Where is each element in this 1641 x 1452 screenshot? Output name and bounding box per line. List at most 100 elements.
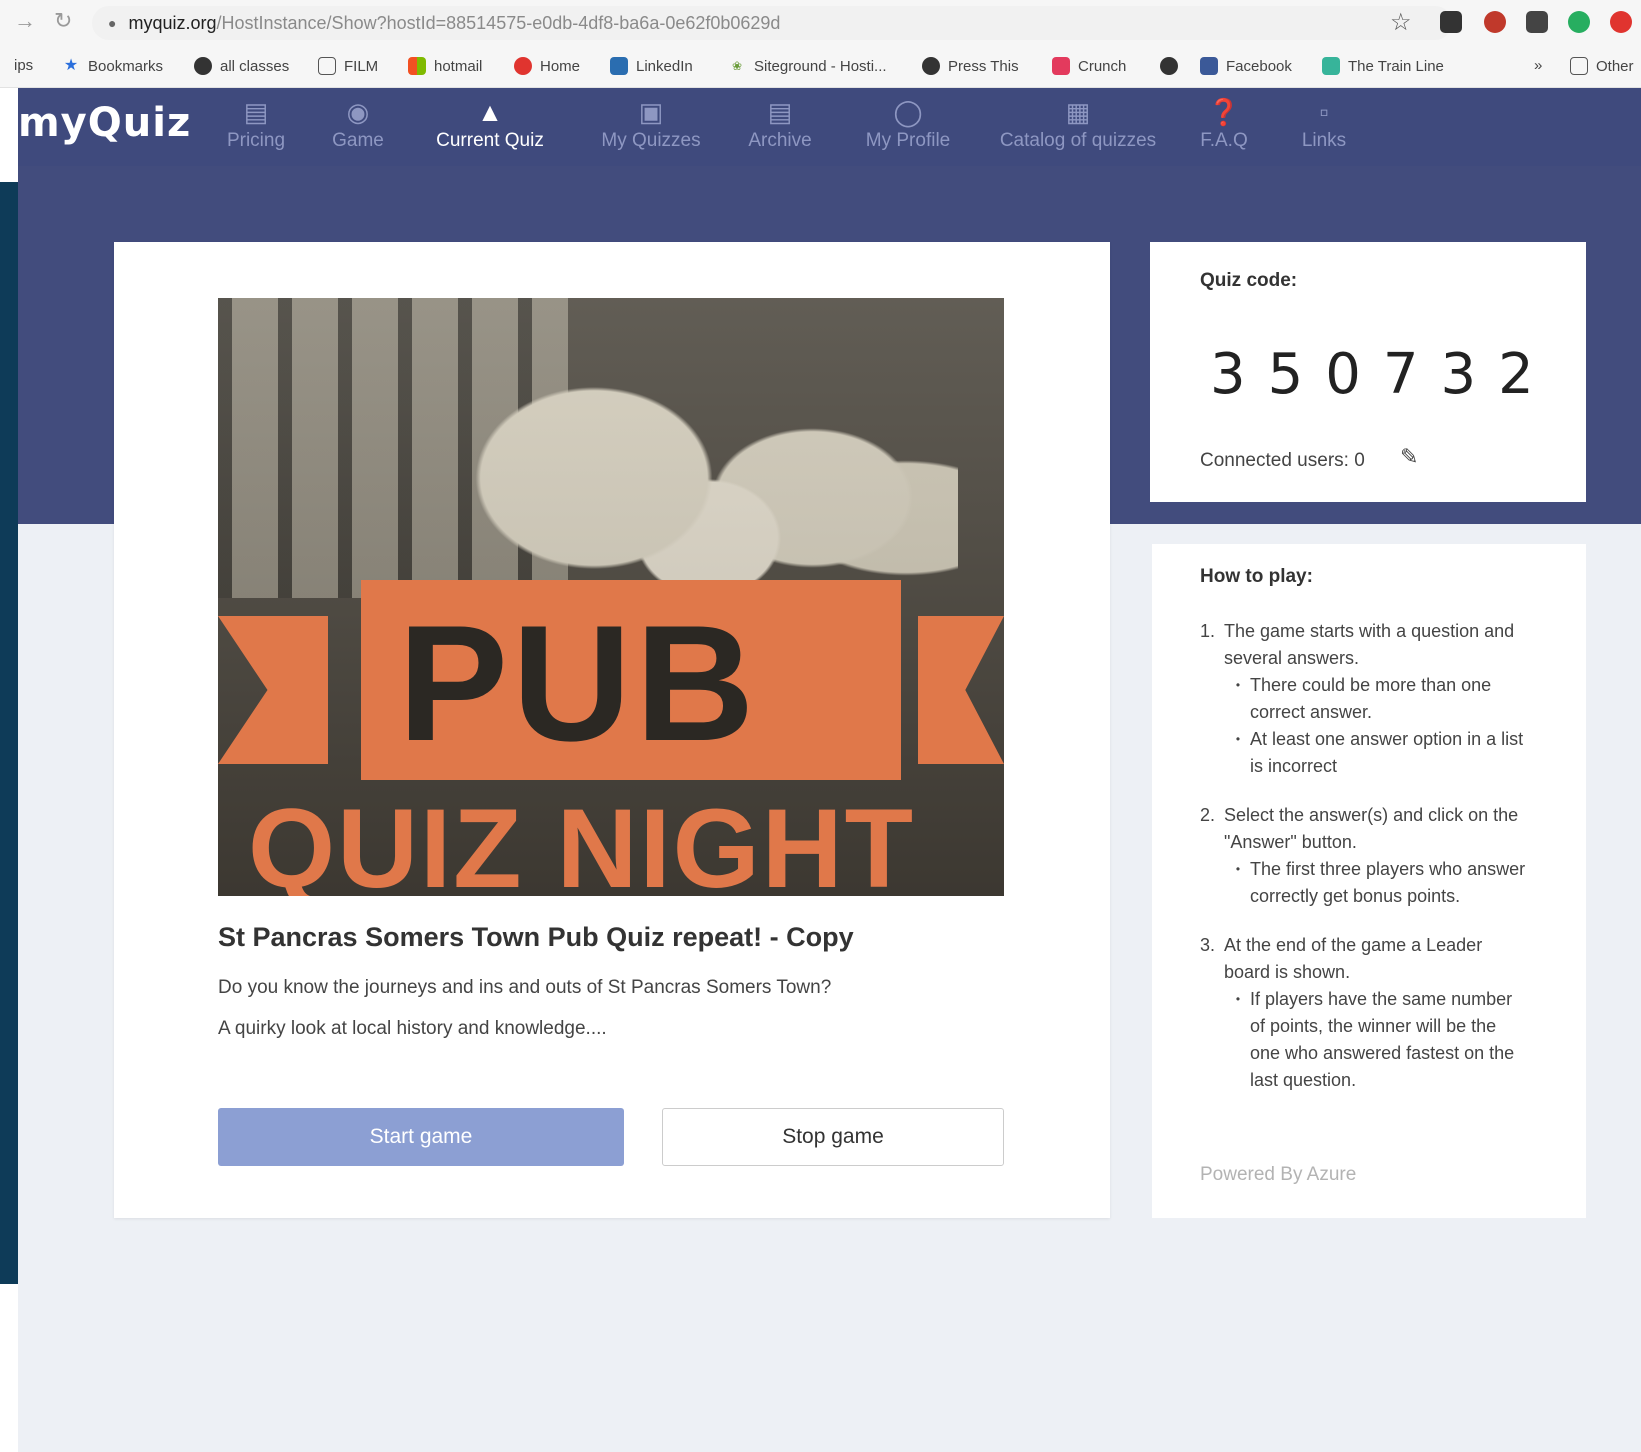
globe-icon [1160, 57, 1178, 75]
lock-icon: ● [108, 15, 117, 31]
bookmark-item[interactable]: Facebook [1200, 57, 1292, 75]
star-icon: ★ [63, 57, 79, 74]
step-text: The game starts with a question and seve… [1224, 621, 1515, 668]
quiz-code-label: Quiz code: [1200, 270, 1298, 291]
how-to-play-card: How to play: 1. The game starts with a qu… [1152, 544, 1586, 1218]
bookmark-item[interactable]: LinkedIn [610, 57, 693, 75]
folder-icon [1570, 57, 1588, 75]
pinterest-icon[interactable] [1610, 11, 1632, 33]
bookmark-star-icon[interactable]: ☆ [1390, 8, 1412, 37]
crunch-icon [1052, 57, 1070, 75]
how-to-play-step: 1. The game starts with a question and se… [1200, 618, 1530, 780]
nav-links[interactable]: ▫ Links [1284, 96, 1364, 152]
step-bullet: • There could be more than one correct an… [1226, 672, 1530, 726]
globe-icon [922, 57, 940, 75]
archive-icon: ▤ [767, 97, 793, 127]
reload-icon[interactable]: ↻ [54, 8, 72, 34]
extension-icon[interactable] [1484, 11, 1506, 33]
myquiz-logo[interactable]: myQuiz [18, 100, 191, 146]
browser-address-bar: → ↻ ● myquiz.org /HostInstance/Show?host… [0, 0, 1641, 46]
bullet-text: If players have the same number of point… [1250, 989, 1515, 1090]
bookmark-item[interactable]: The Train Line [1322, 57, 1444, 75]
how-to-play-title: How to play: [1200, 566, 1313, 587]
windows-icon [408, 57, 426, 75]
url-field[interactable]: ● myquiz.org /HostInstance/Show?hostId=8… [92, 6, 1452, 40]
bookmark-item[interactable]: Home [514, 57, 580, 75]
quiz-stack-icon: ▣ [638, 97, 664, 127]
bookmark-item[interactable]: Crunch [1052, 57, 1126, 75]
quiz-title: St Pancras Somers Town Pub Quiz repeat! … [218, 922, 854, 952]
nav-catalog[interactable]: ▦ Catalog of quizzes [978, 96, 1178, 152]
step-bullet: • The first three players who answer corr… [1226, 856, 1530, 910]
quiz-description-2: A quirky look at local history and knowl… [218, 1018, 607, 1039]
quiz-cover-image: PUB QUIZ NIGHT [218, 298, 1004, 896]
bookmark-item[interactable]: hotmail [408, 57, 482, 75]
bookmark-item[interactable]: ❀ Siteground - Hosti... [728, 57, 887, 75]
bookmark-item[interactable]: all classes [194, 57, 289, 75]
forward-icon[interactable]: → [14, 8, 36, 34]
step-bullet: • If players have the same number of poin… [1226, 986, 1530, 1094]
bullet-icon: • [1235, 862, 1241, 876]
bookmarks-bar: ips ★ Bookmarks all classes FILM hotmail … [0, 46, 1641, 88]
bookmark-icon: ▫ [1319, 97, 1329, 127]
image-text-quiz-night: QUIZ NIGHT [248, 786, 916, 897]
bullet-icon: • [1235, 732, 1241, 746]
extension-icon[interactable] [1440, 11, 1462, 33]
bullet-text: The first three players who answer corre… [1250, 859, 1526, 906]
url-host: myquiz.org [128, 12, 217, 33]
bullet-text: There could be more than one correct ans… [1250, 675, 1492, 722]
left-edge-strip [0, 182, 18, 1284]
quiz-description: Do you know the journeys and ins and out… [218, 977, 832, 998]
start-game-button[interactable]: Start game [218, 1108, 624, 1166]
question-icon: ❓ [1207, 97, 1241, 127]
extension-icon[interactable] [1568, 11, 1590, 33]
bookmark-item[interactable]: ★ Bookmarks [62, 57, 163, 75]
nav-game[interactable]: ◉ Game [313, 96, 403, 152]
step-number: 1. [1200, 621, 1216, 641]
quiz-card: PUB QUIZ NIGHT St Pancras Somers Town Pu… [114, 242, 1110, 1218]
step-number: 3. [1200, 935, 1216, 955]
bookmark-item[interactable]: Press This [922, 57, 1019, 75]
how-to-play-step: 2. Select the answer(s) and click on the … [1200, 802, 1530, 910]
siteground-icon: ❀ [731, 59, 743, 73]
trainline-icon [1322, 57, 1340, 75]
nav-my-profile[interactable]: ◯ My Profile [838, 96, 978, 152]
quiz-code-card: Quiz code: 350732 Connected users: 0 ✎ [1150, 242, 1586, 502]
catalog-icon: ▦ [1065, 97, 1091, 127]
url-path: /HostInstance/Show?hostId=88514575-e0db-… [216, 12, 781, 33]
bullet-icon: • [1235, 678, 1241, 692]
bookmark-item[interactable]: Other [1570, 57, 1634, 75]
step-text: Select the answer(s) and click on the "A… [1224, 805, 1519, 852]
bullet-text: At least one answer option in a list is … [1250, 729, 1524, 776]
flask-icon: ▲ [477, 97, 503, 127]
bookmark-item[interactable]: ips [14, 57, 33, 74]
gamepad-icon: ◉ [346, 97, 370, 127]
image-text-pub: PUB [398, 591, 759, 775]
nav-current-quiz[interactable]: ▲ Current Quiz [420, 96, 560, 152]
folder-icon [318, 57, 336, 75]
stop-game-button[interactable]: Stop game [662, 1108, 1004, 1166]
bookmarks-overflow[interactable]: » [1534, 57, 1542, 74]
bookmark-item[interactable]: FILM [318, 57, 378, 75]
card-icon: ▤ [243, 97, 269, 127]
powered-by: Powered By Azure [1200, 1164, 1357, 1185]
app-header: myQuiz ▤ Pricing ◉ Game ▲ Current Quiz ▣ My … [18, 88, 1641, 166]
bookmark-item[interactable] [1160, 57, 1186, 75]
extension-icon[interactable] [1526, 11, 1548, 33]
step-number: 2. [1200, 805, 1216, 825]
nav-my-quizzes[interactable]: ▣ My Quizzes [580, 96, 722, 152]
pencil-icon[interactable]: ✎ [1400, 444, 1418, 470]
bullet-icon: • [1235, 992, 1241, 1006]
linkedin-icon [610, 57, 628, 75]
globe-icon [194, 57, 212, 75]
nav-archive[interactable]: ▤ Archive [730, 96, 830, 152]
how-to-play-list: 1. The game starts with a question and se… [1200, 618, 1530, 1116]
user-icon: ◯ [893, 97, 923, 127]
step-bullet: • At least one answer option in a list is… [1226, 726, 1530, 780]
pinterest-icon [514, 57, 532, 75]
connected-users: Connected users: 0 [1200, 450, 1365, 471]
step-text: At the end of the game a Leader board is… [1224, 935, 1483, 982]
facebook-icon [1200, 57, 1218, 75]
nav-faq[interactable]: ❓ F.A.Q [1184, 96, 1264, 152]
nav-pricing[interactable]: ▤ Pricing [206, 96, 306, 152]
